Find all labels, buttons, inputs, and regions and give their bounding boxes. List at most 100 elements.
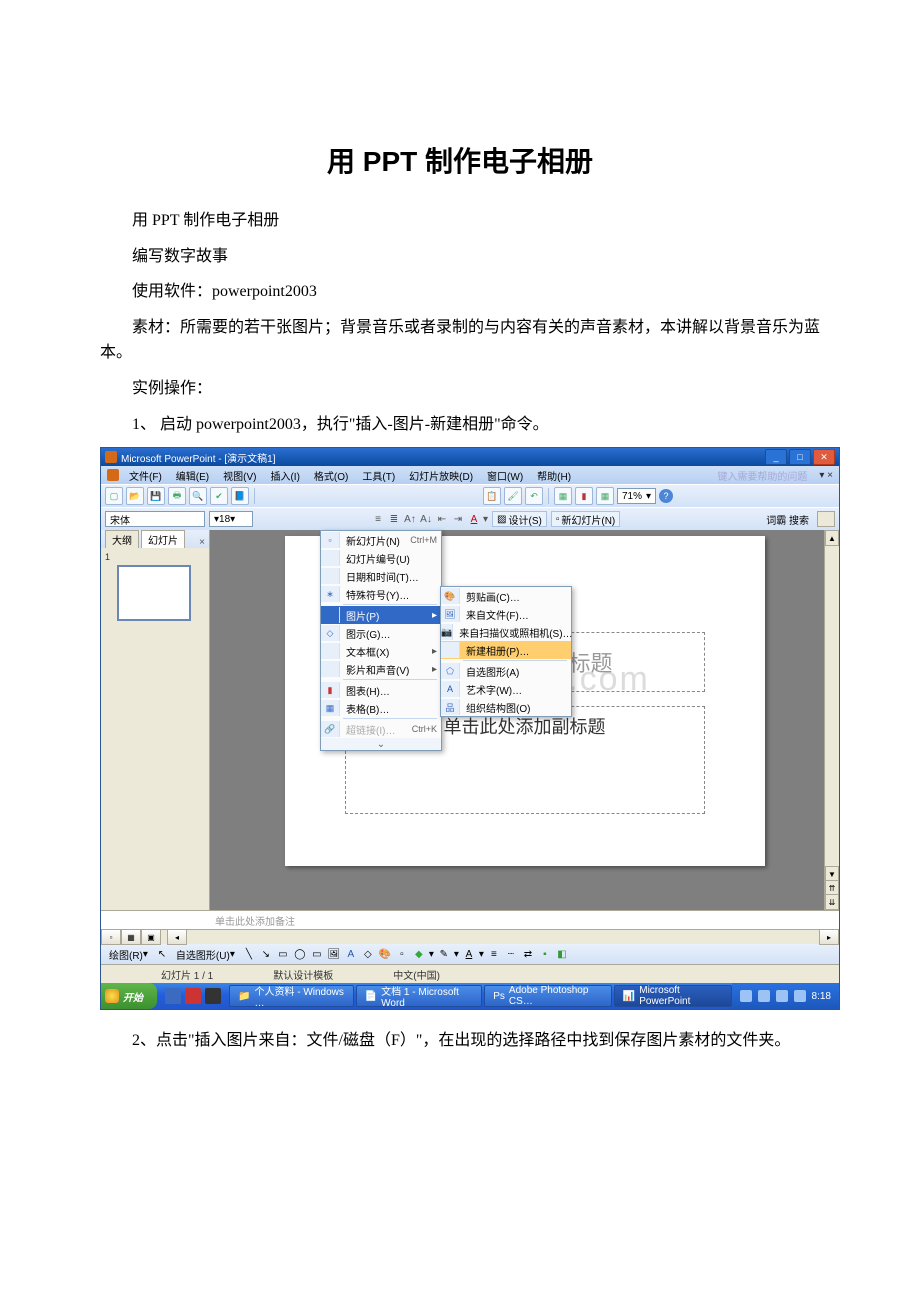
- tab-slides[interactable]: 幻灯片: [141, 530, 185, 548]
- bullets-icon[interactable]: ≡: [371, 514, 385, 525]
- menu-item-newslide[interactable]: ▫ 新幻灯片(N) Ctrl+M: [321, 531, 441, 549]
- tray-icon[interactable]: [740, 990, 752, 1002]
- menu-item-diagram[interactable]: ◇ 图示(G)…: [321, 624, 441, 642]
- submenu-wordart[interactable]: A 艺术字(W)…: [441, 680, 571, 698]
- new-slide-button[interactable]: ▫ 新幻灯片(N): [551, 511, 620, 527]
- select-icon[interactable]: ↖: [155, 947, 169, 961]
- menu-view[interactable]: 视图(V): [219, 468, 260, 483]
- clipart-icon[interactable]: 🎨: [378, 947, 392, 961]
- start-button[interactable]: 开始: [101, 983, 157, 1009]
- table-icon[interactable]: ▦: [554, 487, 572, 505]
- submenu-autoshape[interactable]: ⬠ 自选图形(A): [441, 662, 571, 680]
- menu-item-datetime[interactable]: 日期和时间(T)…: [321, 567, 441, 585]
- shadow-icon[interactable]: ▪: [538, 947, 552, 961]
- zoom-select[interactable]: 71%▾: [617, 488, 656, 504]
- help-search[interactable]: 键入需要帮助的问题: [717, 468, 807, 483]
- submenu-clipart[interactable]: 🎨 剪贴画(C)…: [441, 587, 571, 605]
- taskbar-item[interactable]: 📄 文档 1 - Microsoft Word: [356, 985, 483, 1007]
- scroll-right-icon[interactable]: ▸: [819, 929, 839, 945]
- font-name-select[interactable]: 宋体: [105, 511, 205, 527]
- arrow-style-icon[interactable]: ⇄: [521, 947, 535, 961]
- insert-slide-icon[interactable]: ▫: [395, 947, 409, 961]
- menu-tools[interactable]: 工具(T): [358, 468, 399, 483]
- menu-item-hyperlink[interactable]: 🔗 超链接(I)… Ctrl+K: [321, 720, 441, 738]
- save-icon[interactable]: 💾: [147, 487, 165, 505]
- slideshow-view-icon[interactable]: ▣: [141, 929, 161, 945]
- menu-item-slidenum[interactable]: 幻灯片编号(U): [321, 549, 441, 567]
- notes-pane[interactable]: 单击此处添加备注: [101, 910, 839, 929]
- desktop-icon[interactable]: [205, 988, 221, 1004]
- font-color-icon[interactable]: A: [467, 514, 481, 525]
- menu-window[interactable]: 窗口(W): [483, 468, 527, 483]
- menu-edit[interactable]: 编辑(E): [172, 468, 213, 483]
- scroll-up-icon[interactable]: ▲: [825, 530, 839, 546]
- taskbar-item[interactable]: Ps Adobe Photoshop CS…: [484, 985, 612, 1007]
- print-icon[interactable]: 🖶: [168, 487, 186, 505]
- horizontal-scrollbar[interactable]: [201, 931, 805, 943]
- font-color-icon[interactable]: A: [462, 947, 476, 961]
- submenu-orgchart[interactable]: 品 组织结构图(O): [441, 698, 571, 716]
- doc-close-button[interactable]: ▾ ×: [819, 470, 833, 481]
- research-icon[interactable]: 📘: [231, 487, 249, 505]
- minimize-button[interactable]: _: [765, 449, 787, 465]
- diagram-icon[interactable]: ◇: [361, 947, 375, 961]
- next-slide-icon[interactable]: ⇊: [825, 894, 839, 910]
- design-button[interactable]: ▨ 设计(S): [492, 511, 547, 527]
- tray-icon[interactable]: [758, 990, 770, 1002]
- menu-item-picture[interactable]: 图片(P) ▸: [321, 606, 441, 624]
- taskbar-item[interactable]: 📊 Microsoft PowerPoint: [614, 985, 732, 1007]
- menu-item-movie[interactable]: 影片和声音(V) ▸: [321, 660, 441, 678]
- menu-item-symbol[interactable]: ∗ 特殊符号(Y)…: [321, 585, 441, 603]
- line-icon[interactable]: ╲: [242, 947, 256, 961]
- menu-expand-icon[interactable]: ⌄: [321, 738, 441, 750]
- dash-style-icon[interactable]: ┈: [504, 947, 518, 961]
- textbox-icon[interactable]: ▭: [310, 947, 324, 961]
- chart-icon[interactable]: ▮: [575, 487, 593, 505]
- open-icon[interactable]: 📂: [126, 487, 144, 505]
- menu-item-table[interactable]: ▦ 表格(B)…: [321, 699, 441, 717]
- format-painter-icon[interactable]: 🖌: [504, 487, 522, 505]
- fill-color-icon[interactable]: ◆: [412, 947, 426, 961]
- autoshape-menu[interactable]: 自选图形(U) ▾: [172, 947, 239, 961]
- tab-outline[interactable]: 大纲: [105, 530, 139, 548]
- taskbar-item[interactable]: 📁 个人资料 - Windows …: [229, 985, 354, 1007]
- volume-icon[interactable]: [776, 990, 788, 1002]
- rect-icon[interactable]: ▭: [276, 947, 290, 961]
- dictionary-button[interactable]: [817, 511, 835, 527]
- preview-icon[interactable]: 🔍: [189, 487, 207, 505]
- slide-thumbnail[interactable]: [117, 565, 191, 621]
- paste-icon[interactable]: 📋: [483, 487, 501, 505]
- close-button[interactable]: ✕: [813, 449, 835, 465]
- insert-pic-icon[interactable]: 🖼: [327, 947, 341, 961]
- menu-item-textbox[interactable]: 文本框(X) ▸: [321, 642, 441, 660]
- line-style-icon[interactable]: ≡: [487, 947, 501, 961]
- menu-insert[interactable]: 插入(I): [266, 468, 303, 483]
- submenu-fromfile[interactable]: 🖼 来自文件(F)…: [441, 605, 571, 623]
- network-icon[interactable]: [794, 990, 806, 1002]
- sorter-view-icon[interactable]: ▦: [121, 929, 141, 945]
- indent-icon[interactable]: ⇥: [451, 514, 465, 525]
- wordart-icon[interactable]: A: [344, 947, 358, 961]
- spell-icon[interactable]: ✔: [210, 487, 228, 505]
- media-icon[interactable]: [185, 988, 201, 1004]
- draw-menu[interactable]: 绘图(R) ▾: [105, 947, 152, 961]
- 3d-icon[interactable]: ◧: [555, 947, 569, 961]
- font-size-select[interactable]: ▾ 18 ▾: [209, 511, 253, 527]
- normal-view-icon[interactable]: ▫: [101, 929, 121, 945]
- maximize-button[interactable]: □: [789, 449, 811, 465]
- arrow-icon[interactable]: ↘: [259, 947, 273, 961]
- submenu-album[interactable]: 新建相册(P)…: [441, 641, 571, 659]
- show-icon[interactable]: ▦: [596, 487, 614, 505]
- menu-item-chart[interactable]: ▮ 图表(H)…: [321, 681, 441, 699]
- menu-slideshow[interactable]: 幻灯片放映(D): [405, 468, 477, 483]
- scroll-left-icon[interactable]: ◂: [167, 929, 187, 945]
- oval-icon[interactable]: ◯: [293, 947, 307, 961]
- menu-help[interactable]: 帮助(H): [533, 468, 575, 483]
- new-icon[interactable]: ▢: [105, 487, 123, 505]
- help-icon[interactable]: ?: [659, 489, 673, 503]
- numbering-icon[interactable]: ≣: [387, 514, 401, 525]
- undo-icon[interactable]: ↶: [525, 487, 543, 505]
- submenu-scanner[interactable]: 📷 来自扫描仪或照相机(S)…: [441, 623, 571, 641]
- vertical-scrollbar[interactable]: ▲ ▼ ⇈ ⇊: [824, 530, 839, 910]
- menu-format[interactable]: 格式(O): [310, 468, 352, 483]
